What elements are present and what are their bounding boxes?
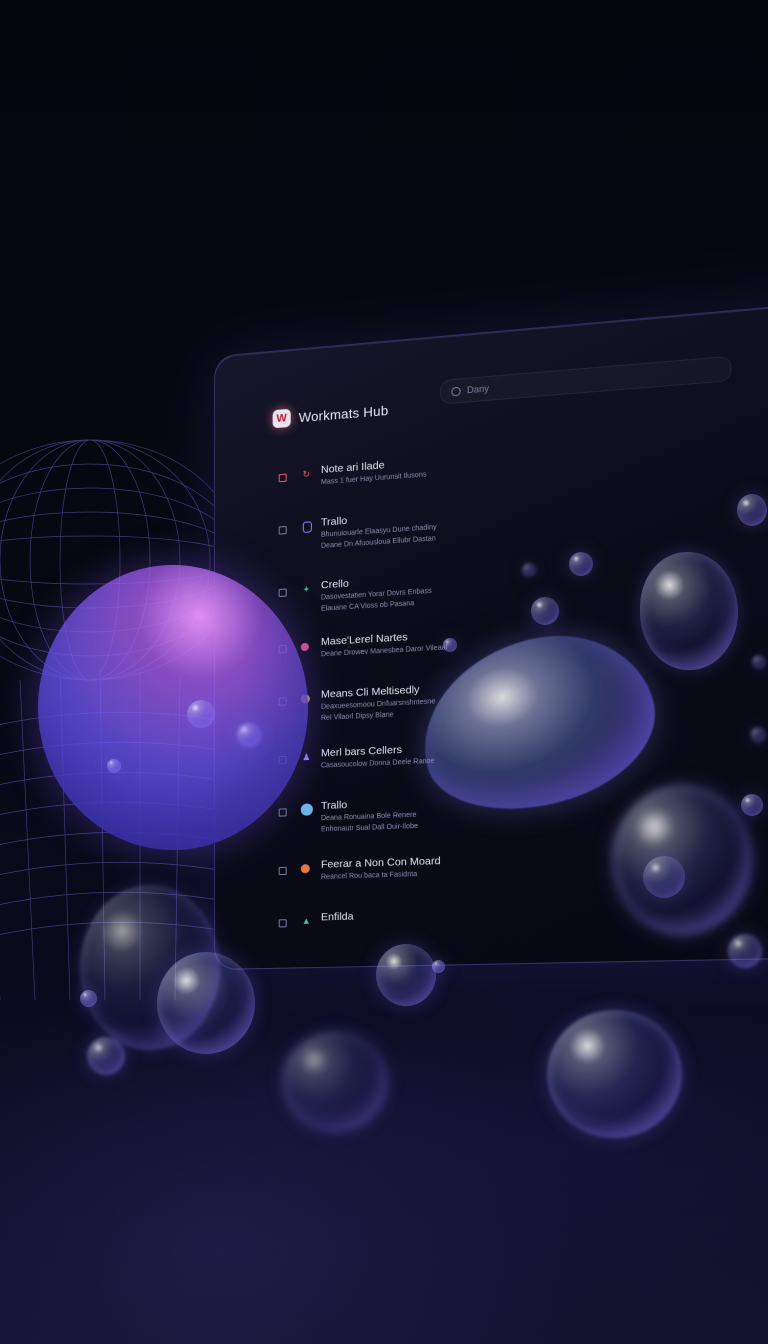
item-title: Note ari Ilade (320, 459, 385, 477)
item-title: Merl bars Cellers (320, 743, 402, 760)
item-subtitle: Reancel Rou baca ta Fasidnta (320, 870, 418, 881)
app-name: Workmats Hub (298, 402, 389, 425)
bubble (547, 1010, 682, 1138)
bubble (741, 794, 763, 816)
item-title: Trallo (320, 514, 348, 529)
bubble (750, 727, 766, 743)
bubble (569, 552, 593, 576)
item-title: Trallo (320, 798, 348, 813)
item-title: Feerar a Non Con Moard (320, 854, 441, 871)
item-subtitle: Deana Ronuaina Bole Renere (320, 811, 417, 823)
item-title: Mase'Lerel Nartes (320, 631, 408, 649)
triangle-icon: ▲ (301, 915, 311, 926)
checkbox[interactable] (278, 808, 287, 817)
item-title: Means Cli Meltisedly (320, 683, 420, 701)
bubble (728, 934, 762, 968)
bubble (522, 563, 536, 577)
refresh-icon: ↻ (302, 468, 311, 480)
bubble (187, 700, 215, 728)
checkbox[interactable] (278, 919, 287, 928)
bubble (282, 1032, 388, 1132)
search-icon (451, 386, 461, 397)
window-header: W Workmats Hub Dany (215, 301, 768, 447)
bubble (157, 952, 255, 1054)
checkbox[interactable] (278, 473, 287, 483)
figure-icon: ♟ (302, 751, 311, 763)
search-placeholder: Dany (466, 383, 489, 396)
bubble (443, 638, 457, 652)
item-title: Enfilda (320, 910, 354, 924)
brand[interactable]: W Workmats Hub (272, 401, 389, 429)
background-scene: W Workmats Hub Dany ↻ Note ari Ilade Mas… (0, 0, 768, 1344)
item-detail: Enhonautr Sual Dall Ouir-Ilobe (320, 822, 419, 834)
bubble (612, 785, 752, 935)
search-bar[interactable]: Dany (439, 355, 732, 405)
bubble (531, 597, 559, 625)
badge-icon (300, 642, 309, 652)
bubble (107, 759, 121, 773)
item-subtitle: Casasoucolow Donna Deele Ranoe (320, 757, 435, 770)
bubble (752, 655, 766, 669)
checkbox[interactable] (278, 526, 287, 535)
globe-icon (300, 803, 313, 816)
item-subtitle: Deaxueesomoou Dnfuarsnshntesne (320, 698, 436, 711)
bubble (643, 856, 685, 898)
bubble (432, 960, 445, 973)
checkbox[interactable] (278, 866, 287, 876)
bubble (237, 723, 261, 747)
star-icon: ✦ (302, 584, 311, 595)
purple-sphere (38, 565, 308, 850)
bubble (640, 552, 738, 670)
item-title: Crello (320, 577, 349, 592)
app-logo-icon: W (272, 408, 291, 429)
bubble (737, 494, 767, 526)
document-icon (302, 521, 312, 533)
checkbox[interactable] (278, 588, 287, 598)
bubble (87, 1037, 125, 1075)
avatar-icon (300, 864, 310, 874)
bubble (376, 944, 436, 1006)
item-detail: Elauane CA Vioss ob Pasana (320, 600, 415, 613)
bubble (80, 990, 97, 1007)
item-detail: Rel Vllaorl Dipsy Blane (320, 711, 394, 723)
